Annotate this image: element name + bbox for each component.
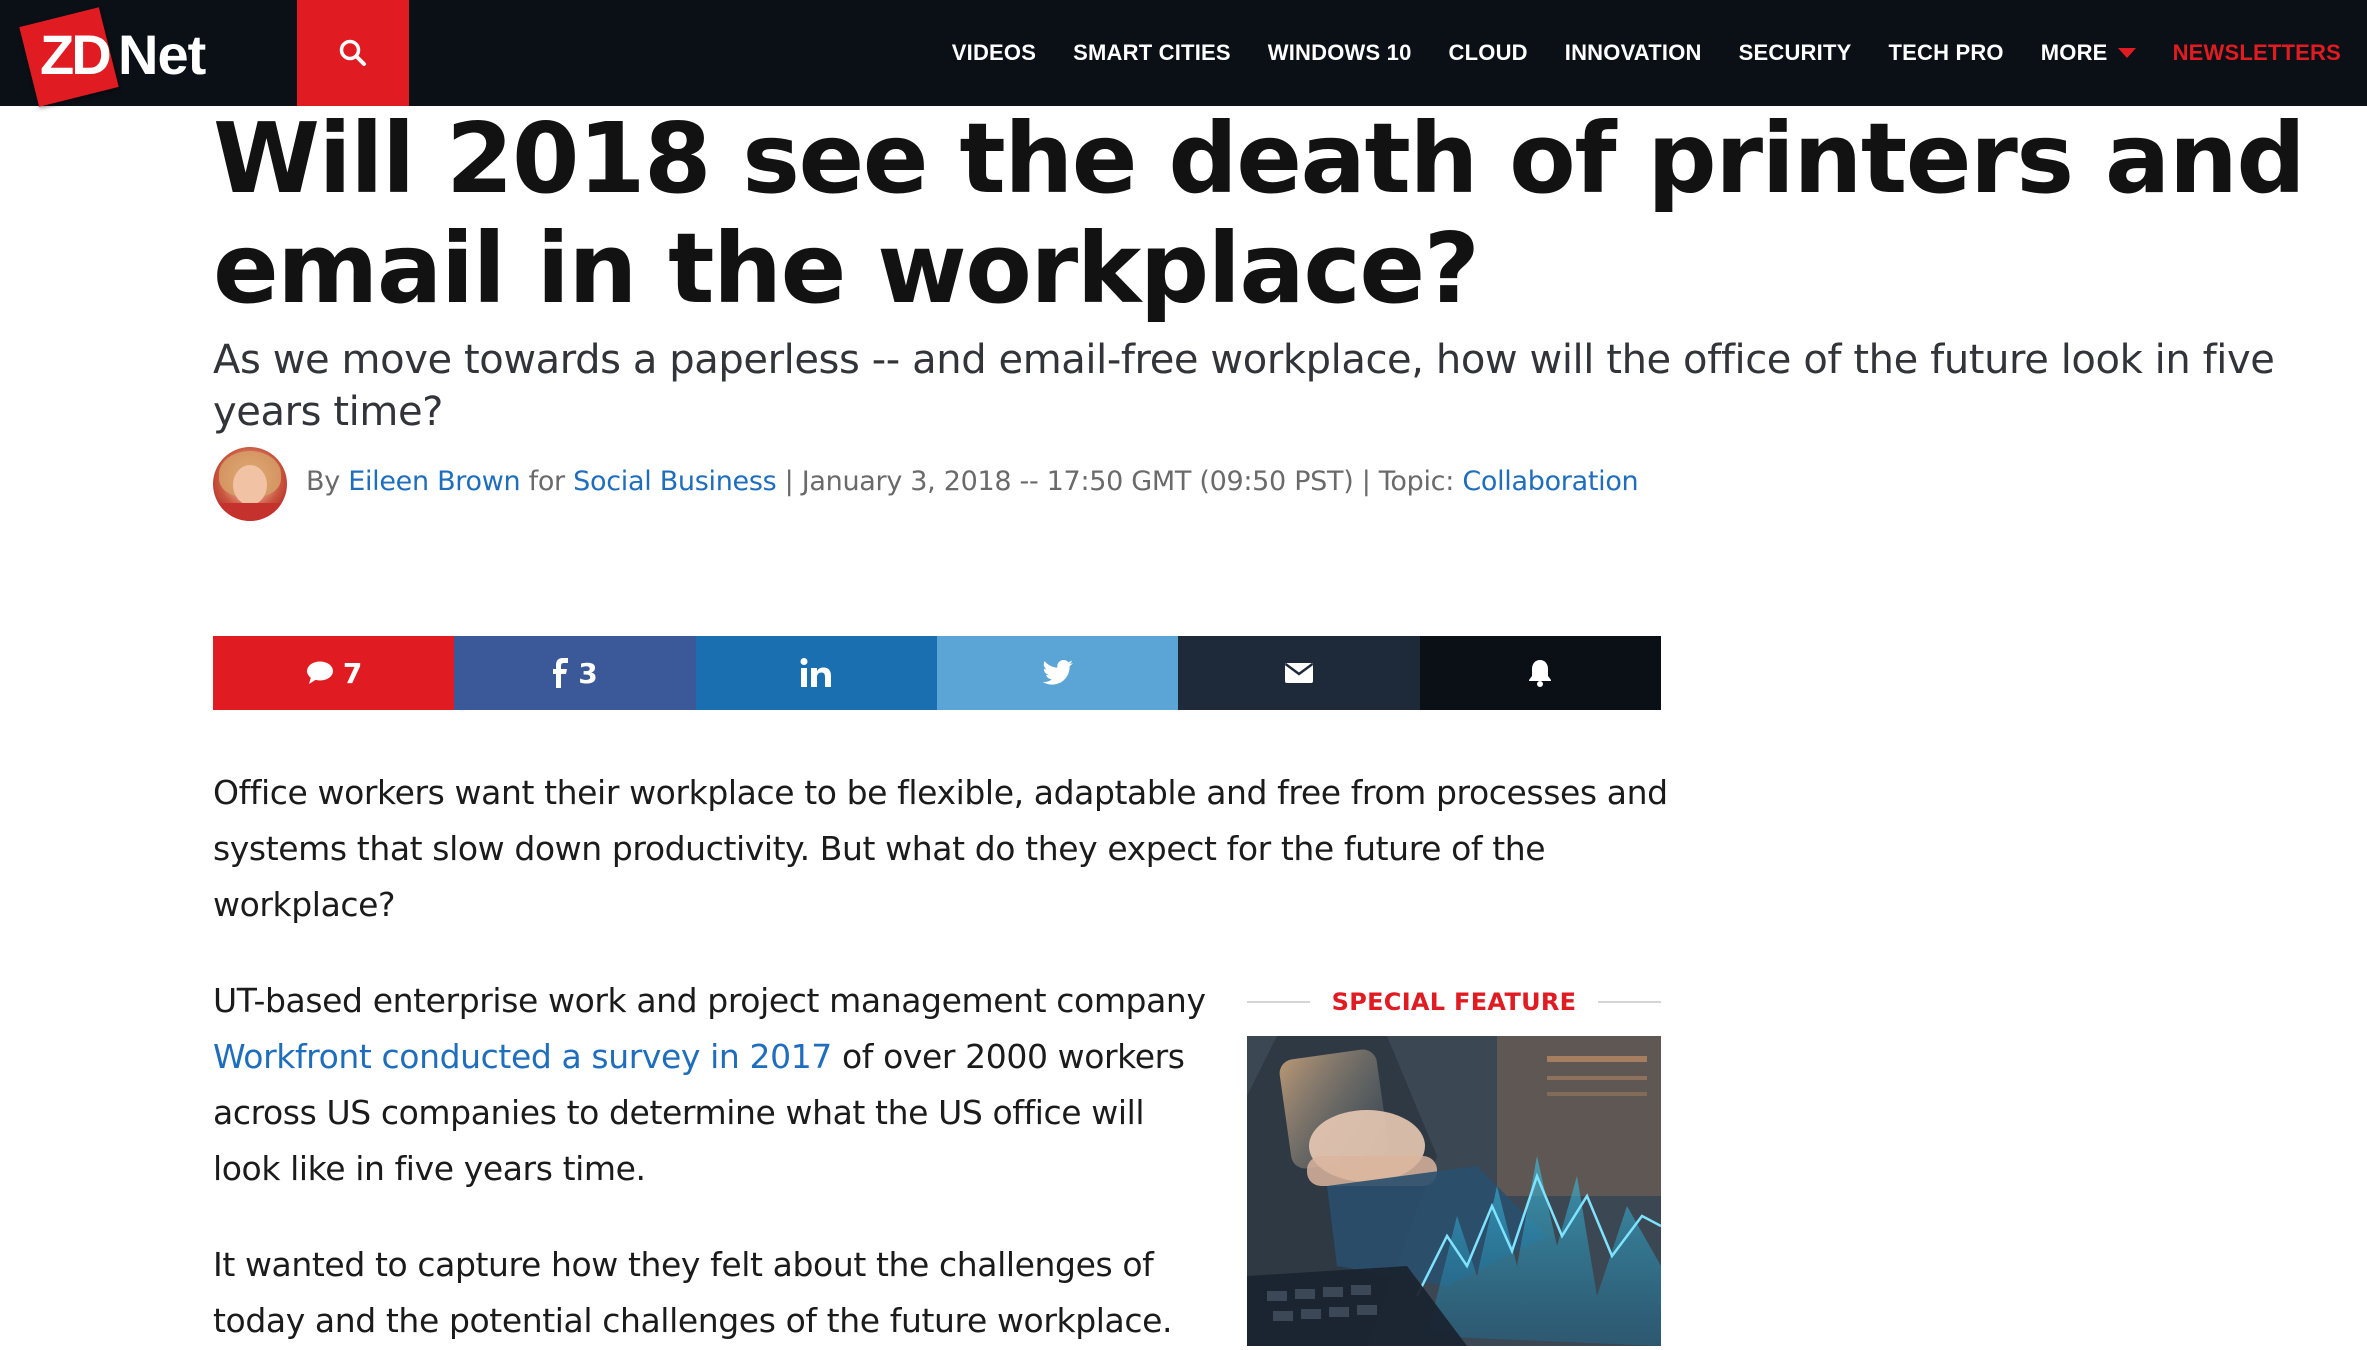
comments-button[interactable]: 7: [213, 636, 455, 710]
facebook-icon: [553, 658, 569, 688]
article-subhead: As we move towards a paperless -- and em…: [213, 337, 2275, 435]
share-bar: 7 3: [213, 636, 1661, 710]
comment-icon: [306, 661, 333, 684]
avatar-shirt: [213, 503, 287, 521]
topic-link[interactable]: Collaboration: [1462, 466, 1638, 497]
special-feature-illustration: [1247, 1036, 1661, 1346]
blog-link[interactable]: Social Business: [573, 466, 777, 497]
divider-right: [1598, 1001, 1661, 1003]
nav-item-more-label: MORE: [2040, 40, 2108, 65]
avatar-face: [233, 465, 267, 505]
special-feature-image[interactable]: [1247, 1036, 1661, 1346]
chevron-down-icon: [2117, 48, 2136, 58]
email-share-button[interactable]: [1178, 636, 1420, 710]
comments-count: 7: [342, 656, 363, 690]
byline-by: By: [306, 466, 340, 497]
email-icon: [1284, 662, 1314, 683]
logo-zd-text: ZD: [40, 23, 112, 86]
facebook-share-button[interactable]: 3: [454, 636, 696, 710]
byline-date: | January 3, 2018 -- 17:50 GMT (09:50 PS…: [784, 466, 1455, 497]
main-nav: VIDEOS SMART CITIES WINDOWS 10 CLOUD INN…: [915, 0, 2341, 106]
divider-left: [1247, 1001, 1310, 1003]
logo-net-text: Net: [118, 23, 206, 86]
author-avatar[interactable]: [213, 447, 287, 521]
paragraph-2-text-before: UT-based enterprise work and project man…: [213, 981, 1206, 1020]
linkedin-share-button[interactable]: [695, 636, 937, 710]
linkedin-icon: [800, 658, 832, 687]
special-feature-label[interactable]: SPECIAL FEATURE: [1310, 988, 1599, 1016]
nav-item-more[interactable]: MORE: [2041, 40, 2136, 66]
article-paragraph-1: Office workers want their workplace to b…: [213, 773, 1668, 924]
facebook-count: 3: [578, 656, 598, 690]
nav-item-security[interactable]: SECURITY: [1739, 40, 1852, 66]
special-feature-header: SPECIAL FEATURE: [1247, 982, 1661, 1022]
bell-icon: [1529, 660, 1552, 687]
follow-notifications-button[interactable]: [1419, 636, 1661, 710]
workfront-survey-link[interactable]: Workfront conducted a survey in 2017: [213, 1037, 832, 1076]
nav-item-newsletters[interactable]: NEWSLETTERS: [2173, 40, 2341, 66]
article-headline: Will 2018 see the death of printers and …: [213, 102, 2306, 325]
top-navigation-bar: ZD Net VIDEOS SMART CITIES WINDOWS 10 CL…: [0, 0, 2367, 107]
nav-item-innovation[interactable]: INNOVATION: [1565, 40, 1702, 66]
nav-item-videos[interactable]: VIDEOS: [952, 40, 1036, 66]
article-paragraph-3: It wanted to capture how they felt about…: [213, 1245, 1173, 1340]
search-button[interactable]: [297, 0, 409, 106]
nav-item-smart-cities[interactable]: SMART CITIES: [1073, 40, 1231, 66]
twitter-share-button[interactable]: [936, 636, 1179, 710]
author-link[interactable]: Eileen Brown: [348, 466, 520, 497]
search-icon: [339, 39, 366, 66]
byline-for: for: [528, 466, 566, 497]
article-paragraph-2: UT-based enterprise work and project man…: [213, 973, 1213, 1197]
nav-item-cloud[interactable]: CLOUD: [1449, 40, 1528, 66]
nav-item-tech-pro[interactable]: TECH PRO: [1888, 40, 2003, 66]
zdnet-logo[interactable]: ZD Net: [19, 7, 212, 110]
twitter-icon: [1042, 660, 1073, 685]
nav-item-windows-10[interactable]: WINDOWS 10: [1268, 40, 1412, 66]
byline: By Eileen Brown for Social Business | Ja…: [306, 466, 1639, 497]
